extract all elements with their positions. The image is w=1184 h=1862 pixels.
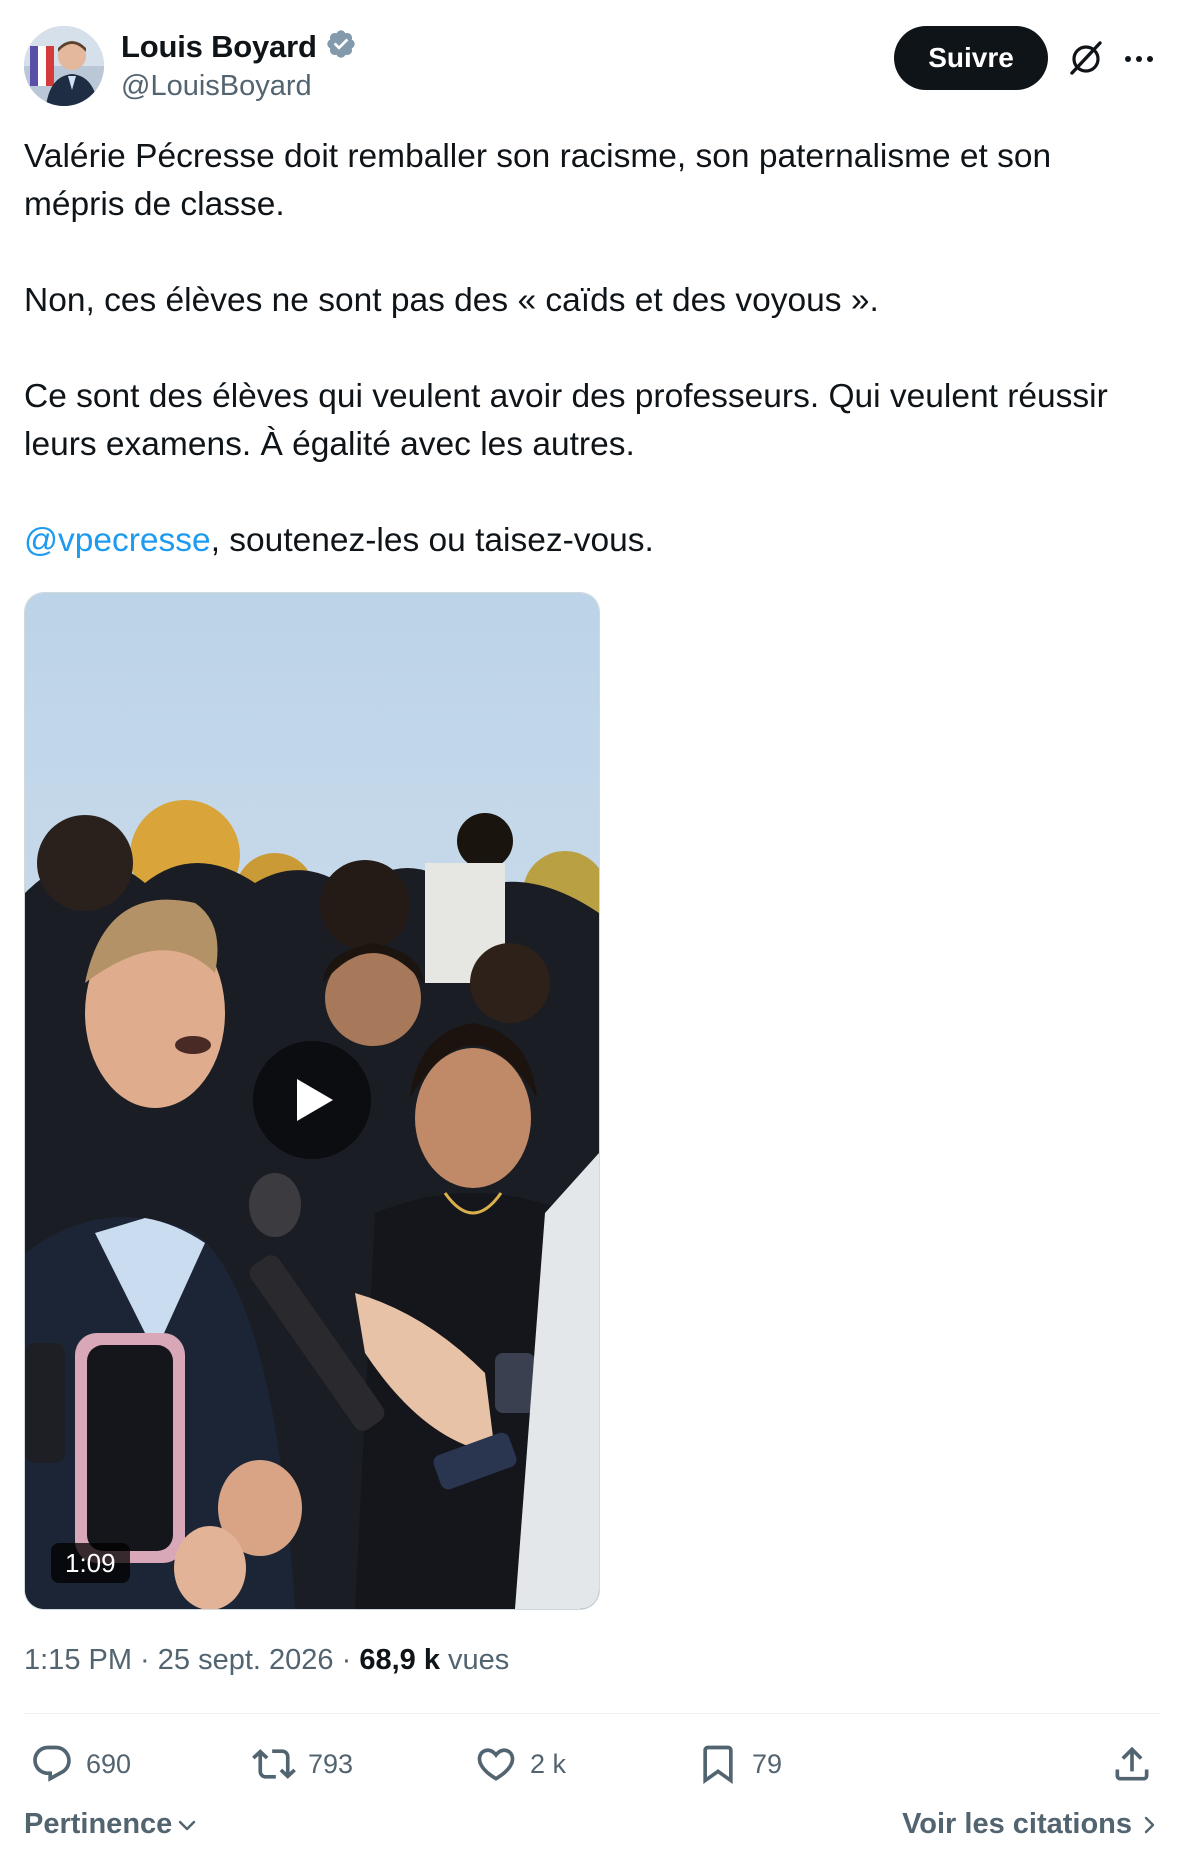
- heart-icon: [477, 1748, 515, 1781]
- reply-icon: [33, 1745, 71, 1782]
- divider: [24, 1713, 1160, 1714]
- action-bar: 690 793 2 k 79: [24, 1742, 1160, 1802]
- share-icon: [1115, 1746, 1149, 1781]
- views-count: 68,9 k: [359, 1644, 440, 1676]
- handle[interactable]: @LouisBoyard: [121, 70, 312, 103]
- share-button[interactable]: [1110, 1742, 1154, 1786]
- display-name[interactable]: Louis Boyard: [121, 29, 317, 65]
- repost-button[interactable]: 793: [252, 1742, 353, 1786]
- views-label: vues: [448, 1644, 510, 1676]
- like-button[interactable]: 2 k: [474, 1742, 566, 1786]
- verified-badge-icon: [325, 28, 357, 65]
- video-player[interactable]: 1:09: [24, 592, 600, 1610]
- chevron-down-icon: [179, 1820, 196, 1830]
- repost-count: 793: [308, 1748, 354, 1779]
- more-icon[interactable]: [1122, 42, 1156, 76]
- grok-icon[interactable]: [1066, 38, 1106, 78]
- reply-count: 690: [86, 1748, 132, 1779]
- tweet-paragraph: Valérie Pécresse doit remballer son raci…: [24, 138, 1052, 223]
- tweet-paragraph: Non, ces élèves ne sont pas des « caïds …: [24, 282, 879, 319]
- tweet-time[interactable]: 1:15 PM: [24, 1644, 132, 1676]
- chevron-right-icon: [1144, 1816, 1155, 1833]
- meta-separator: ·: [132, 1644, 158, 1676]
- tweet-paragraph: @vpecresse, soutenez-les ou taisez-vous.: [24, 517, 1160, 565]
- video-duration: 1:09: [51, 1543, 130, 1583]
- quotes-label: Voir les citations: [902, 1808, 1132, 1840]
- replies-footer: Pertinence Voir les citations: [24, 1808, 1160, 1854]
- tweet-text: Valérie Pécresse doit remballer son raci…: [24, 133, 1160, 565]
- bookmark-button[interactable]: 79: [696, 1742, 782, 1786]
- mention-link[interactable]: @vpecresse: [24, 522, 211, 559]
- reply-button[interactable]: 690: [30, 1742, 131, 1786]
- play-icon: [297, 1079, 333, 1121]
- author-name-row[interactable]: Louis Boyard: [121, 28, 357, 65]
- repost-icon: [252, 1749, 296, 1779]
- meta-separator: ·: [333, 1644, 360, 1676]
- view-quotes-link[interactable]: Voir les citations: [902, 1808, 1160, 1841]
- avatar[interactable]: [24, 26, 104, 106]
- bookmark-icon: [703, 1745, 733, 1785]
- tweet-date[interactable]: 25 sept. 2026: [158, 1644, 334, 1676]
- tweet-meta: 1:15 PM · 25 sept. 2026 · 68,9 k vues: [24, 1644, 509, 1677]
- follow-button[interactable]: Suivre: [894, 26, 1048, 90]
- tweet-paragraph-rest: , soutenez-les ou taisez-vous.: [210, 522, 654, 559]
- tweet-paragraph: Ce sont des élèves qui veulent avoir des…: [24, 378, 1108, 463]
- like-count: 2 k: [530, 1748, 567, 1779]
- play-button[interactable]: [253, 1041, 371, 1159]
- sort-dropdown[interactable]: Pertinence: [24, 1808, 198, 1841]
- bookmark-count: 79: [752, 1748, 783, 1779]
- tweet-header: Louis Boyard @LouisBoyard Suivre: [24, 24, 1160, 108]
- sort-label: Pertinence: [24, 1808, 173, 1840]
